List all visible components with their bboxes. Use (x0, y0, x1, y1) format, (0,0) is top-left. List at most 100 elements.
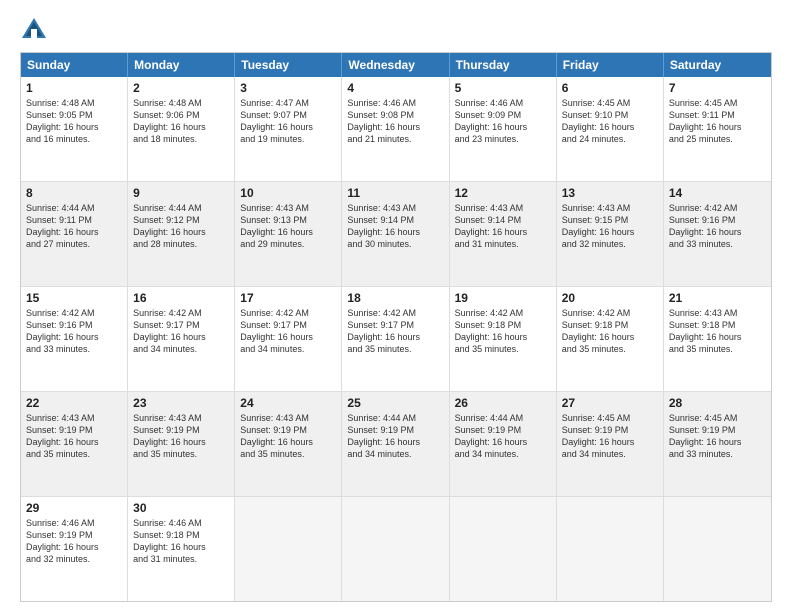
cal-cell-14: 14 Sunrise: 4:42 AM Sunset: 9:16 PM Dayli… (664, 182, 771, 286)
cal-cell-4: 4Sunrise: 4:46 AM Sunset: 9:08 PM Daylig… (342, 77, 449, 181)
cal-cell-6: 6 Sunrise: 4:45 AM Sunset: 9:10 PM Daylig… (557, 77, 664, 181)
cal-cell-17: 17 Sunrise: 4:42 AM Sunset: 9:17 PM Dayli… (235, 287, 342, 391)
calendar: SundayMondayTuesdayWednesdayThursdayFrid… (20, 52, 772, 602)
cal-cell-empty (664, 497, 771, 601)
calendar-row-3: 15Sunrise: 4:42 AM Sunset: 9:16 PM Dayli… (21, 286, 771, 391)
cell-content: Sunrise: 4:43 AM Sunset: 9:19 PM Dayligh… (26, 412, 122, 461)
cell-content: Sunrise: 4:43 AM Sunset: 9:15 PM Dayligh… (562, 202, 658, 251)
cal-cell-empty (450, 497, 557, 601)
cal-cell-empty (557, 497, 664, 601)
cell-content: Sunrise: 4:44 AM Sunset: 9:19 PM Dayligh… (347, 412, 443, 461)
cal-cell-7: 7 Sunrise: 4:45 AM Sunset: 9:11 PM Daylig… (664, 77, 771, 181)
cal-cell-5: 5 Sunrise: 4:46 AM Sunset: 9:09 PM Daylig… (450, 77, 557, 181)
day-number: 10 (240, 186, 336, 200)
day-number: 23 (133, 396, 229, 410)
day-number: 15 (26, 291, 122, 305)
cal-cell-19: 19Sunrise: 4:42 AM Sunset: 9:18 PM Dayli… (450, 287, 557, 391)
cal-cell-29: 29 Sunrise: 4:46 AM Sunset: 9:19 PM Dayli… (21, 497, 128, 601)
cell-content: Sunrise: 4:42 AM Sunset: 9:16 PM Dayligh… (669, 202, 766, 251)
header-cell-friday: Friday (557, 53, 664, 77)
day-number: 7 (669, 81, 766, 95)
cell-content: Sunrise: 4:44 AM Sunset: 9:19 PM Dayligh… (455, 412, 551, 461)
cal-cell-empty (235, 497, 342, 601)
day-number: 18 (347, 291, 443, 305)
cal-cell-12: 12 Sunrise: 4:43 AM Sunset: 9:14 PM Dayli… (450, 182, 557, 286)
cell-content: Sunrise: 4:43 AM Sunset: 9:14 PM Dayligh… (455, 202, 551, 251)
header-cell-sunday: Sunday (21, 53, 128, 77)
day-number: 11 (347, 186, 443, 200)
day-number: 2 (133, 81, 229, 95)
cal-cell-28: 28 Sunrise: 4:45 AM Sunset: 9:19 PM Dayli… (664, 392, 771, 496)
cal-cell-13: 13 Sunrise: 4:43 AM Sunset: 9:15 PM Dayli… (557, 182, 664, 286)
cal-cell-24: 24 Sunrise: 4:43 AM Sunset: 9:19 PM Dayli… (235, 392, 342, 496)
day-number: 5 (455, 81, 551, 95)
cal-cell-9: 9 Sunrise: 4:44 AM Sunset: 9:12 PM Daylig… (128, 182, 235, 286)
cal-cell-25: 25 Sunrise: 4:44 AM Sunset: 9:19 PM Dayli… (342, 392, 449, 496)
day-number: 26 (455, 396, 551, 410)
calendar-header: SundayMondayTuesdayWednesdayThursdayFrid… (21, 53, 771, 77)
cal-cell-1: 1Sunrise: 4:48 AM Sunset: 9:05 PM Daylig… (21, 77, 128, 181)
cal-cell-3: 3Sunrise: 4:47 AM Sunset: 9:07 PM Daylig… (235, 77, 342, 181)
day-number: 21 (669, 291, 766, 305)
header (20, 16, 772, 44)
cal-cell-11: 11 Sunrise: 4:43 AM Sunset: 9:14 PM Dayli… (342, 182, 449, 286)
header-cell-tuesday: Tuesday (235, 53, 342, 77)
cell-content: Sunrise: 4:48 AM Sunset: 9:06 PM Dayligh… (133, 97, 229, 146)
cal-cell-22: 22Sunrise: 4:43 AM Sunset: 9:19 PM Dayli… (21, 392, 128, 496)
cell-content: Sunrise: 4:43 AM Sunset: 9:13 PM Dayligh… (240, 202, 336, 251)
cal-cell-23: 23Sunrise: 4:43 AM Sunset: 9:19 PM Dayli… (128, 392, 235, 496)
day-number: 28 (669, 396, 766, 410)
cal-cell-27: 27 Sunrise: 4:45 AM Sunset: 9:19 PM Dayli… (557, 392, 664, 496)
cell-content: Sunrise: 4:42 AM Sunset: 9:17 PM Dayligh… (347, 307, 443, 356)
calendar-row-2: 8Sunrise: 4:44 AM Sunset: 9:11 PM Daylig… (21, 181, 771, 286)
cal-cell-21: 21 Sunrise: 4:43 AM Sunset: 9:18 PM Dayli… (664, 287, 771, 391)
cell-content: Sunrise: 4:42 AM Sunset: 9:17 PM Dayligh… (240, 307, 336, 356)
cell-content: Sunrise: 4:45 AM Sunset: 9:19 PM Dayligh… (669, 412, 766, 461)
cell-content: Sunrise: 4:46 AM Sunset: 9:09 PM Dayligh… (455, 97, 551, 146)
day-number: 27 (562, 396, 658, 410)
day-number: 16 (133, 291, 229, 305)
cal-cell-15: 15Sunrise: 4:42 AM Sunset: 9:16 PM Dayli… (21, 287, 128, 391)
cal-cell-2: 2 Sunrise: 4:48 AM Sunset: 9:06 PM Daylig… (128, 77, 235, 181)
header-cell-monday: Monday (128, 53, 235, 77)
logo-icon (20, 16, 48, 44)
day-number: 9 (133, 186, 229, 200)
day-number: 20 (562, 291, 658, 305)
day-number: 25 (347, 396, 443, 410)
cal-cell-empty (342, 497, 449, 601)
logo (20, 16, 52, 44)
cell-content: Sunrise: 4:46 AM Sunset: 9:18 PM Dayligh… (133, 517, 229, 566)
day-number: 19 (455, 291, 551, 305)
page: SundayMondayTuesdayWednesdayThursdayFrid… (0, 0, 792, 612)
day-number: 29 (26, 501, 122, 515)
day-number: 17 (240, 291, 336, 305)
header-cell-saturday: Saturday (664, 53, 771, 77)
cal-cell-10: 10 Sunrise: 4:43 AM Sunset: 9:13 PM Dayli… (235, 182, 342, 286)
cal-cell-18: 18 Sunrise: 4:42 AM Sunset: 9:17 PM Dayli… (342, 287, 449, 391)
day-number: 12 (455, 186, 551, 200)
day-number: 14 (669, 186, 766, 200)
cell-content: Sunrise: 4:43 AM Sunset: 9:19 PM Dayligh… (240, 412, 336, 461)
day-number: 24 (240, 396, 336, 410)
cal-cell-16: 16 Sunrise: 4:42 AM Sunset: 9:17 PM Dayli… (128, 287, 235, 391)
header-cell-wednesday: Wednesday (342, 53, 449, 77)
calendar-row-5: 29 Sunrise: 4:46 AM Sunset: 9:19 PM Dayli… (21, 496, 771, 601)
cell-content: Sunrise: 4:42 AM Sunset: 9:17 PM Dayligh… (133, 307, 229, 356)
cell-content: Sunrise: 4:44 AM Sunset: 9:11 PM Dayligh… (26, 202, 122, 251)
day-number: 1 (26, 81, 122, 95)
day-number: 6 (562, 81, 658, 95)
cal-cell-30: 30Sunrise: 4:46 AM Sunset: 9:18 PM Dayli… (128, 497, 235, 601)
cal-cell-20: 20Sunrise: 4:42 AM Sunset: 9:18 PM Dayli… (557, 287, 664, 391)
cell-content: Sunrise: 4:45 AM Sunset: 9:11 PM Dayligh… (669, 97, 766, 146)
calendar-row-4: 22Sunrise: 4:43 AM Sunset: 9:19 PM Dayli… (21, 391, 771, 496)
cell-content: Sunrise: 4:47 AM Sunset: 9:07 PM Dayligh… (240, 97, 336, 146)
cell-content: Sunrise: 4:46 AM Sunset: 9:19 PM Dayligh… (26, 517, 122, 566)
calendar-row-1: 1Sunrise: 4:48 AM Sunset: 9:05 PM Daylig… (21, 77, 771, 181)
cell-content: Sunrise: 4:43 AM Sunset: 9:14 PM Dayligh… (347, 202, 443, 251)
cell-content: Sunrise: 4:45 AM Sunset: 9:19 PM Dayligh… (562, 412, 658, 461)
cell-content: Sunrise: 4:43 AM Sunset: 9:18 PM Dayligh… (669, 307, 766, 356)
cell-content: Sunrise: 4:44 AM Sunset: 9:12 PM Dayligh… (133, 202, 229, 251)
calendar-body: 1Sunrise: 4:48 AM Sunset: 9:05 PM Daylig… (21, 77, 771, 601)
cell-content: Sunrise: 4:45 AM Sunset: 9:10 PM Dayligh… (562, 97, 658, 146)
day-number: 13 (562, 186, 658, 200)
